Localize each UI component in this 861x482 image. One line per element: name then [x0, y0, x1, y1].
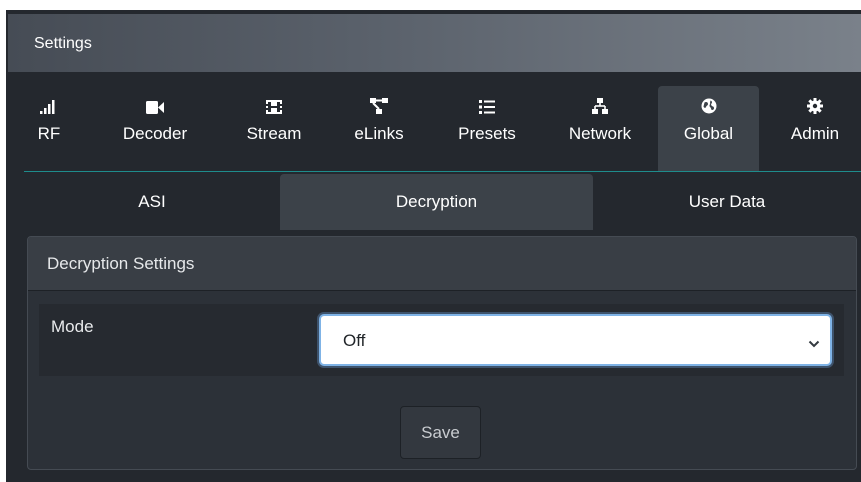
- tab-user-data[interactable]: User Data: [593, 174, 861, 230]
- nav-label-rf: RF: [37, 124, 61, 143]
- title-bar: Settings: [8, 14, 861, 72]
- nav-label-presets: Presets: [458, 124, 516, 143]
- nav-item-admin[interactable]: Admin: [774, 86, 856, 172]
- gear-icon: [807, 86, 823, 118]
- tab-asi-label: ASI: [138, 192, 166, 211]
- main-nav: RF Decoder Stream eLinks Presets Network…: [8, 72, 861, 172]
- nav-item-rf[interactable]: RF: [26, 86, 72, 172]
- list-icon: [479, 86, 495, 118]
- nav-item-elinks[interactable]: eLinks: [342, 86, 416, 172]
- mode-label: Mode: [51, 317, 94, 336]
- globe-icon: [701, 86, 717, 118]
- nav-label-decoder: Decoder: [122, 124, 188, 143]
- nav-label-admin: Admin: [790, 124, 840, 143]
- nav-item-presets[interactable]: Presets: [444, 86, 530, 172]
- sub-tabs: ASI Decryption User Data: [24, 172, 861, 230]
- decryption-settings-panel: Decryption Settings Mode Off Save: [27, 236, 857, 470]
- tab-asi[interactable]: ASI: [24, 174, 280, 230]
- tab-user-data-label: User Data: [688, 192, 766, 211]
- nav-item-global[interactable]: Global: [658, 86, 759, 172]
- project-diagram-icon: [370, 86, 388, 118]
- save-button[interactable]: Save: [400, 406, 481, 459]
- panel-header: Decryption Settings: [28, 237, 856, 291]
- tab-decryption-label: Decryption: [395, 192, 478, 211]
- nav-item-decoder[interactable]: Decoder: [112, 86, 198, 172]
- mode-select[interactable]: Off: [319, 314, 832, 366]
- chevron-down-icon: [808, 335, 820, 353]
- nav-label-global: Global: [683, 124, 734, 143]
- nav-item-stream[interactable]: Stream: [234, 86, 314, 172]
- film-icon: [266, 86, 282, 118]
- nav-item-network[interactable]: Network: [558, 86, 642, 172]
- tab-decryption[interactable]: Decryption: [280, 174, 593, 230]
- sitemap-icon: [591, 86, 609, 118]
- mode-select-value: Off: [343, 331, 366, 350]
- page-title: Settings: [34, 35, 92, 52]
- video-camera-icon: [146, 86, 164, 118]
- mode-row: Mode Off: [39, 304, 844, 376]
- signal-bars-icon: [40, 86, 58, 118]
- nav-label-elinks: eLinks: [354, 124, 404, 143]
- nav-label-stream: Stream: [246, 124, 302, 143]
- nav-label-network: Network: [568, 124, 632, 143]
- panel-title: Decryption Settings: [47, 254, 195, 273]
